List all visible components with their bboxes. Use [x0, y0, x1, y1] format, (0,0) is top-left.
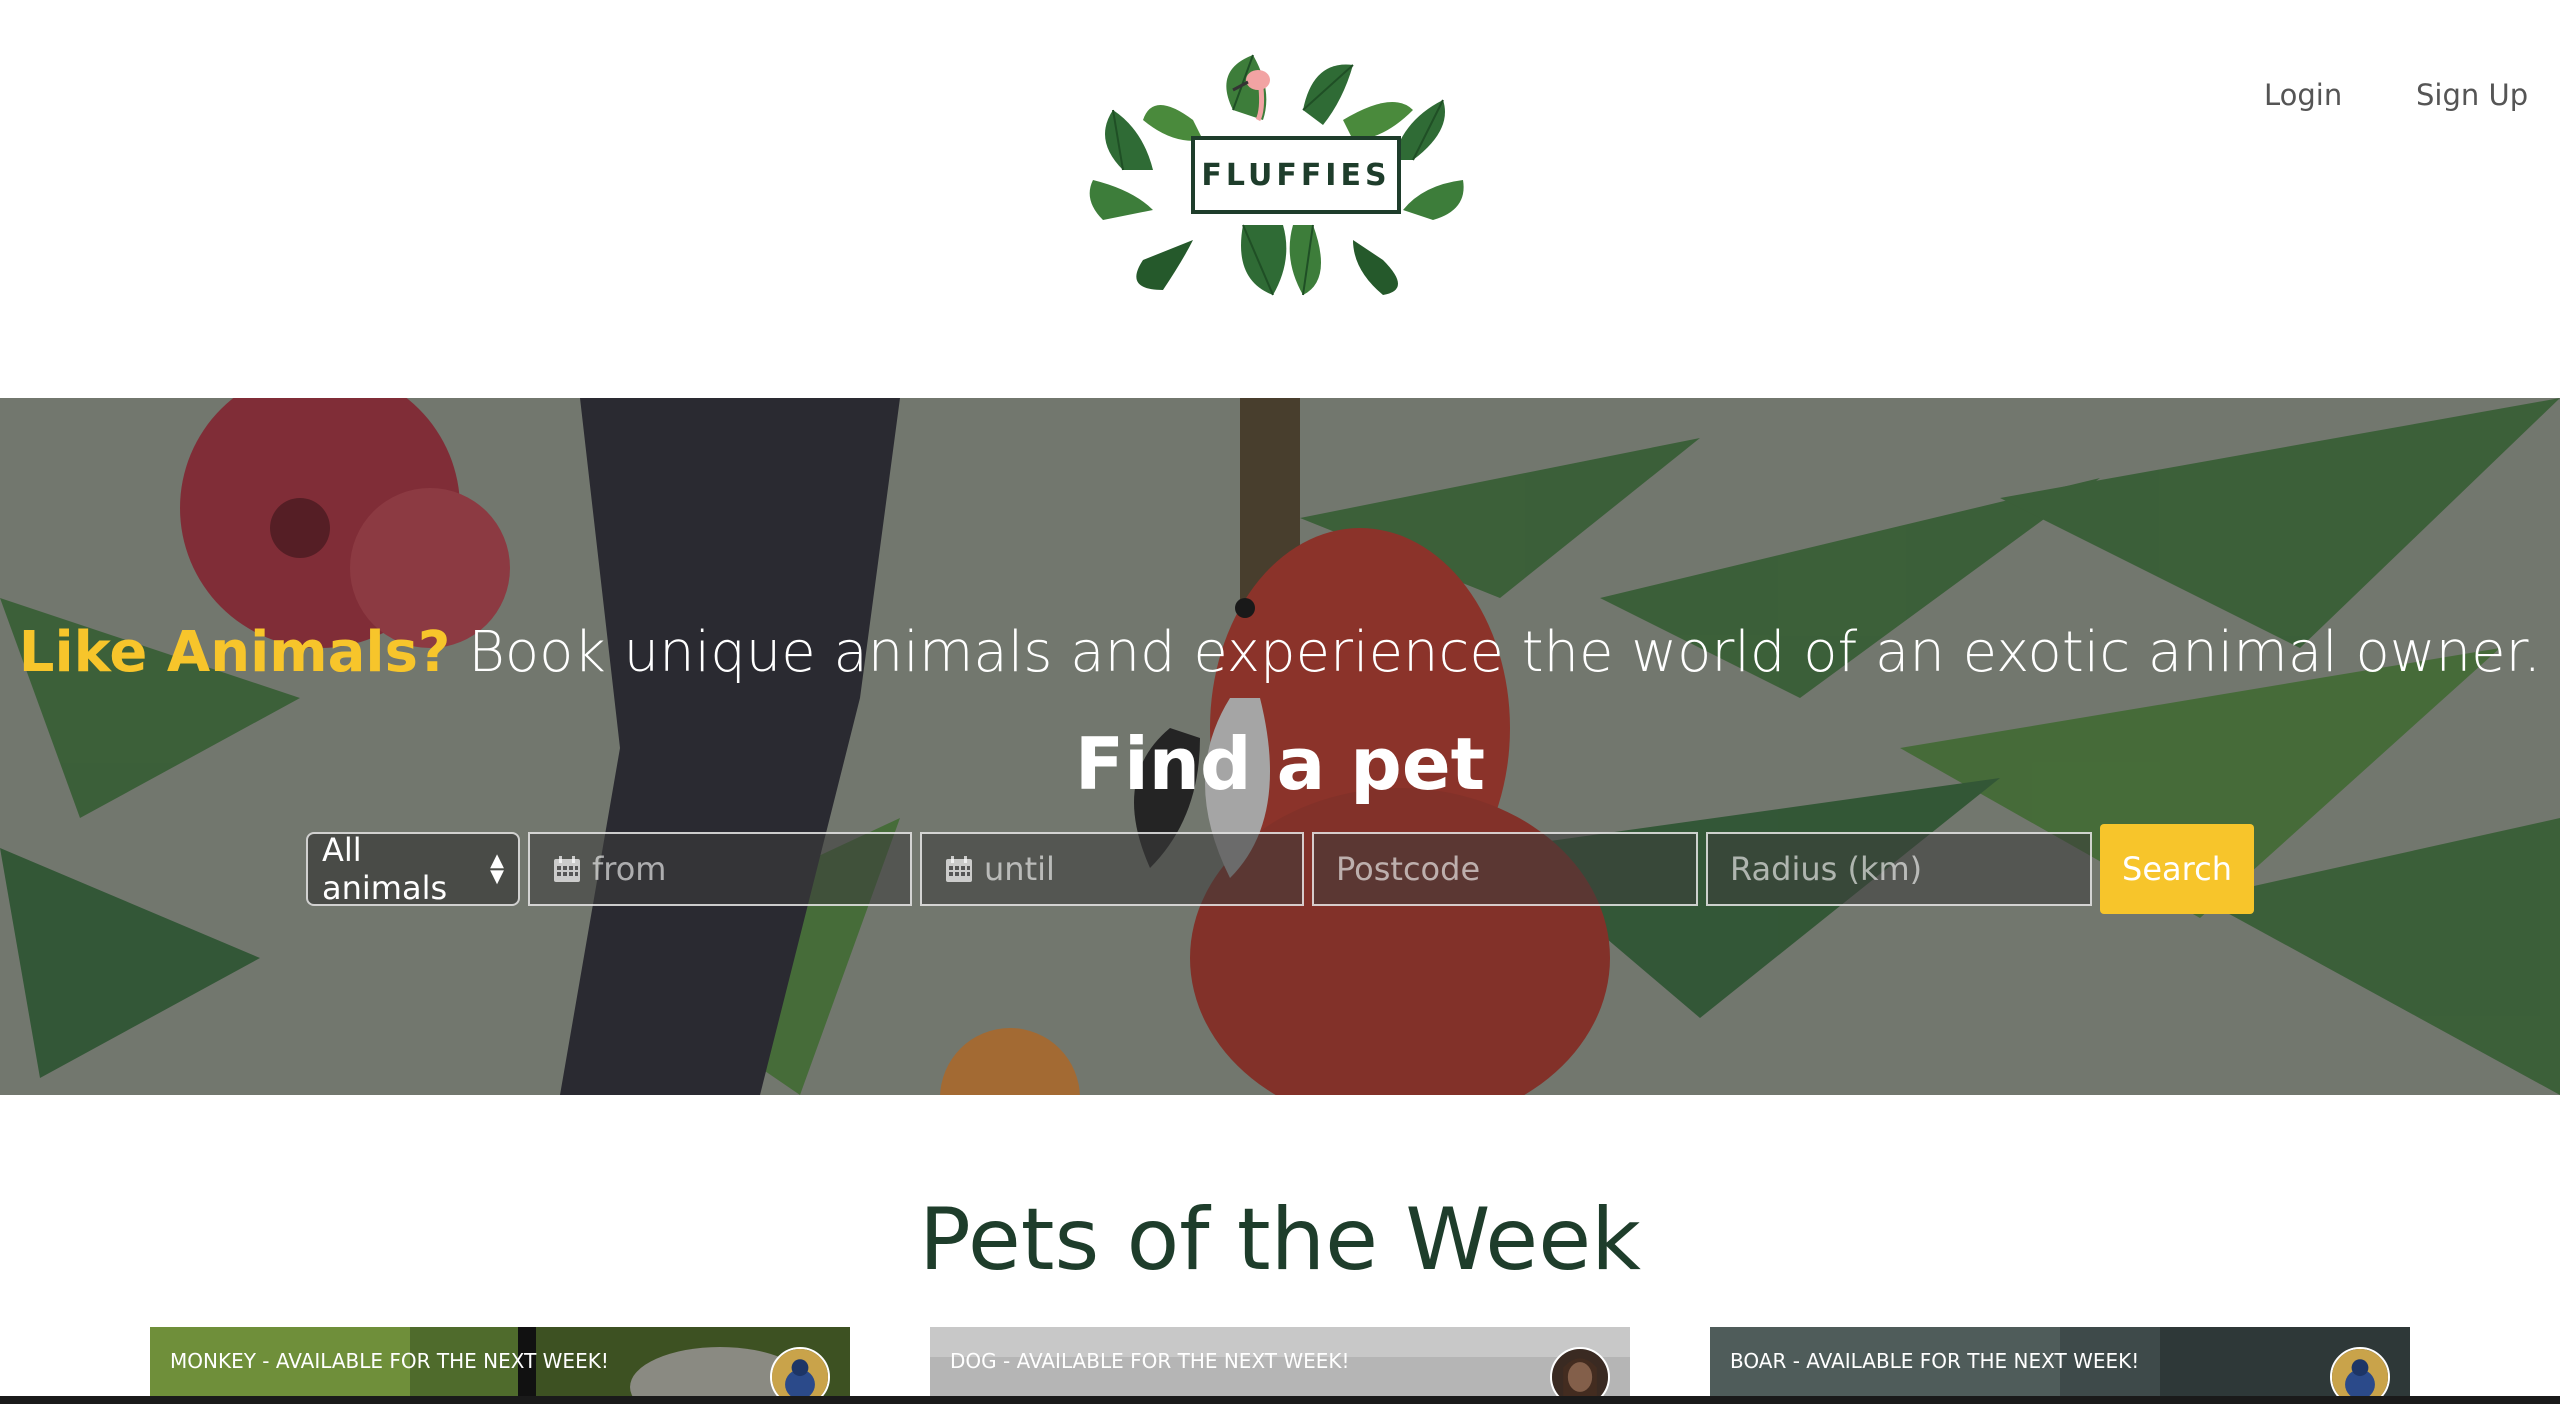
search-button[interactable]: Search [2100, 824, 2254, 914]
tagline-text: Book unique animals and experience the w… [450, 620, 2542, 685]
until-date-field[interactable] [920, 832, 1304, 906]
pet-card-label: BOAR - AVAILABLE FOR THE NEXT WEEK! [1730, 1349, 2140, 1373]
signup-link[interactable]: Sign Up [2416, 78, 2528, 112]
postcode-input[interactable] [1336, 850, 1674, 888]
pet-card-monkey[interactable]: MONKEY - AVAILABLE FOR THE NEXT WEEK! [150, 1327, 850, 1404]
until-date-input[interactable] [984, 850, 1280, 888]
from-date-field[interactable] [528, 832, 912, 906]
site-header: FLUFFIES Login Sign Up [0, 0, 2560, 398]
animal-type-select[interactable]: All animals ▲ ▼ [306, 831, 520, 907]
tagline-accent: Like Animals? [18, 620, 451, 685]
login-link[interactable]: Login [2264, 78, 2342, 112]
calendar-icon [946, 856, 972, 882]
logo-text: FLUFFIES [1201, 157, 1391, 193]
select-arrows-icon: ▲ ▼ [490, 850, 504, 887]
logo-text-box: FLUFFIES [1191, 136, 1401, 214]
window-bottom-edge [0, 1396, 2560, 1404]
radius-field[interactable] [1706, 832, 2092, 906]
postcode-field[interactable] [1312, 832, 1698, 906]
radius-input[interactable] [1730, 850, 2068, 888]
fluffies-logo[interactable]: FLUFFIES [1083, 50, 1469, 300]
pet-card-boar[interactable]: BOAR - AVAILABLE FOR THE NEXT WEEK! [1710, 1327, 2410, 1404]
calendar-icon [554, 856, 580, 882]
hero-banner: Like Animals? Book unique animals and ex… [0, 398, 2560, 1095]
animal-select-value: All animals [322, 831, 448, 907]
pet-card-label: DOG - AVAILABLE FOR THE NEXT WEEK! [950, 1349, 1350, 1373]
pet-card-dog[interactable]: DOG - AVAILABLE FOR THE NEXT WEEK! [930, 1327, 1630, 1404]
hero-tagline: Like Animals? Book unique animals and ex… [0, 620, 2560, 685]
pets-of-the-week-title: Pets of the Week [919, 1190, 1641, 1290]
from-date-input[interactable] [592, 850, 888, 888]
find-a-pet-title: Find a pet [1074, 722, 1486, 806]
pet-card-label: MONKEY - AVAILABLE FOR THE NEXT WEEK! [170, 1349, 609, 1373]
